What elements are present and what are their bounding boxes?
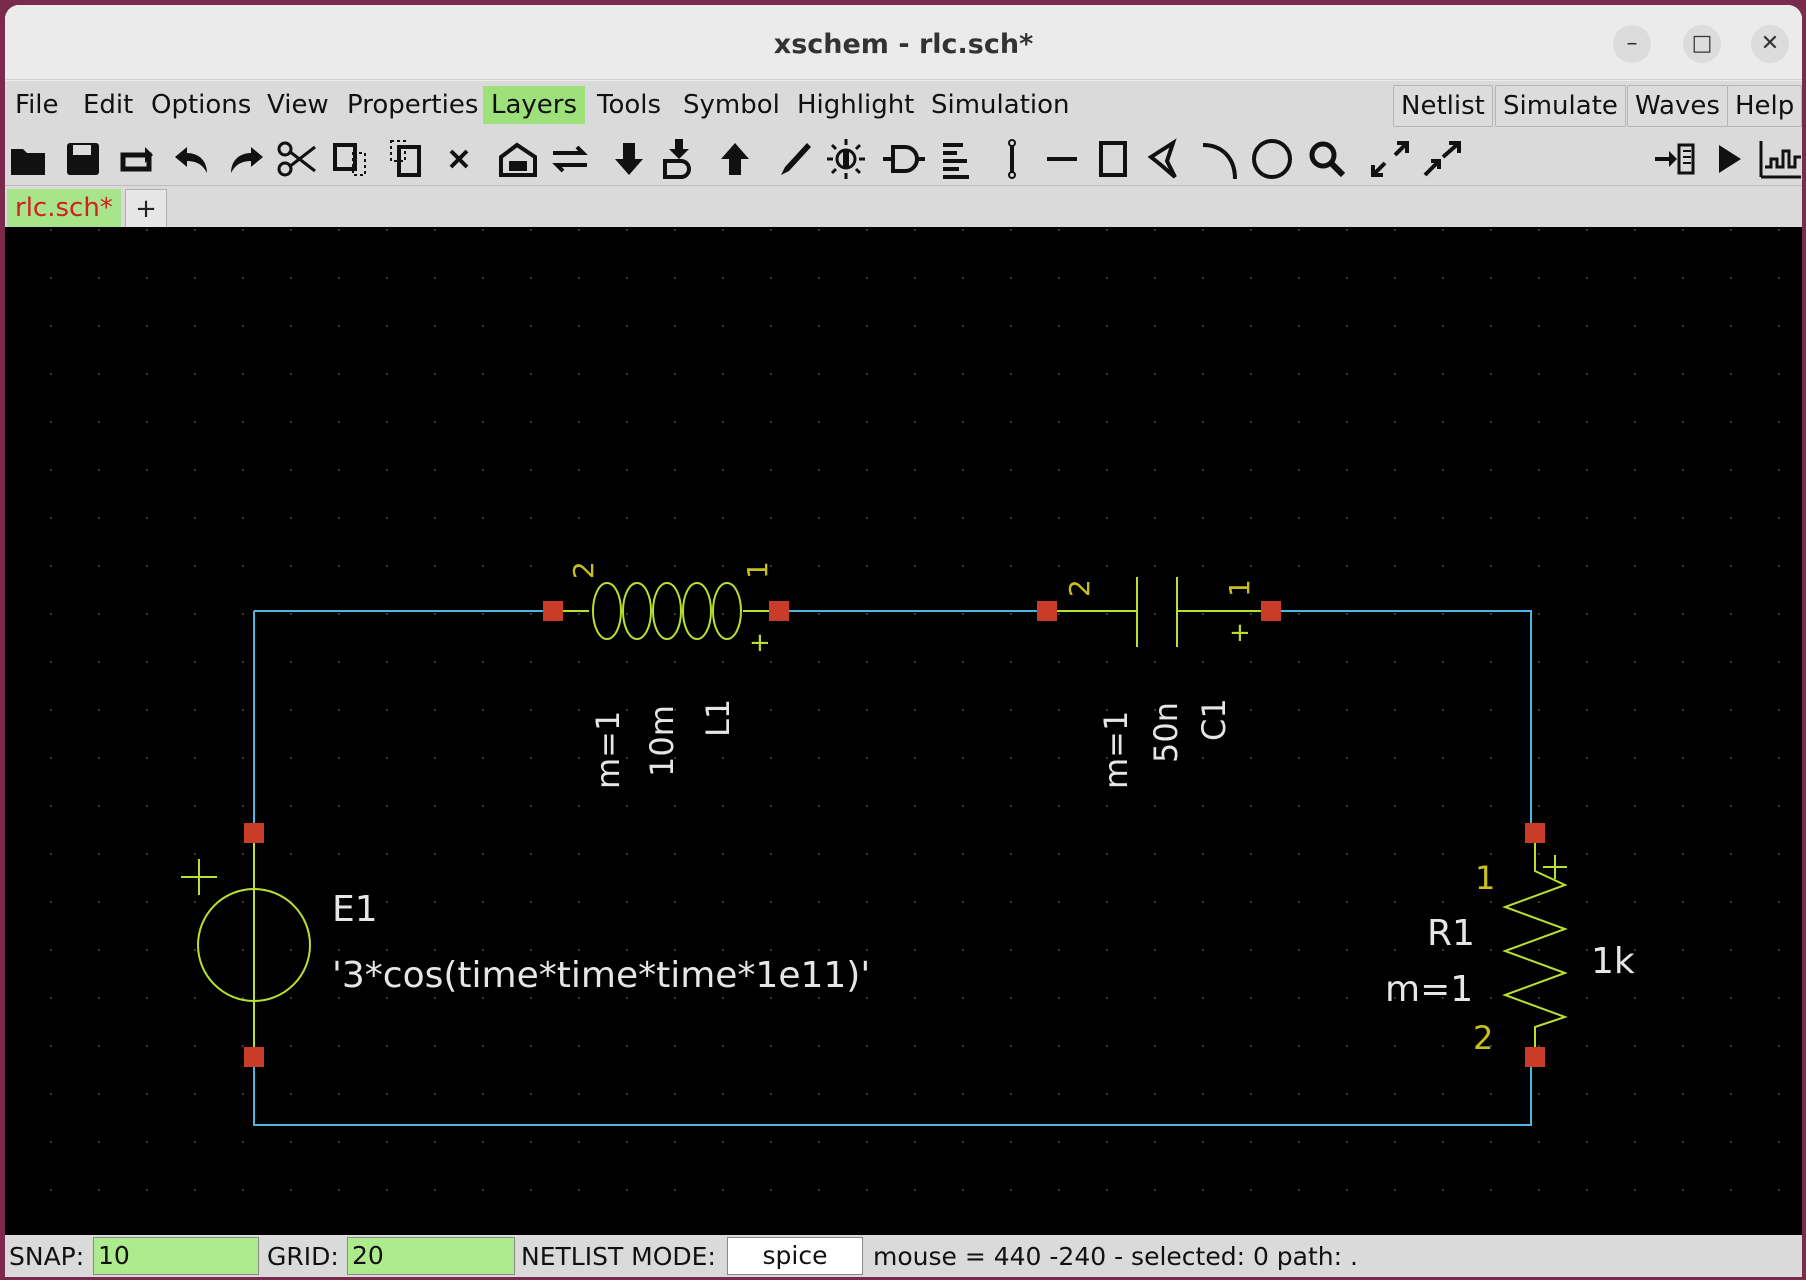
netlabel-icon[interactable] — [935, 137, 981, 181]
window-title: xschem - rlc.sch* — [773, 29, 1034, 60]
polygon-icon[interactable] — [1143, 137, 1189, 181]
pin-number: 2 — [567, 561, 600, 579]
inductor-name: L1 — [699, 699, 737, 737]
waves-icon[interactable] — [1757, 137, 1802, 181]
insert-pin-icon[interactable] — [881, 137, 927, 181]
arc-icon[interactable] — [1197, 137, 1243, 181]
menu-view[interactable]: View — [259, 86, 337, 124]
maximize-button[interactable]: □ — [1683, 25, 1721, 63]
minimize-button[interactable]: – — [1613, 25, 1651, 63]
status-bar: SNAP: 10 GRID: 20 NETLIST MODE: spice mo… — [5, 1235, 1802, 1277]
capacitor-mult: m=1 — [1097, 711, 1135, 789]
snap-label: SNAP: — [9, 1242, 85, 1271]
waves-button[interactable]: Waves — [1627, 85, 1728, 127]
pin-marker — [769, 601, 789, 621]
delete-icon[interactable] — [437, 137, 483, 181]
menu-properties[interactable]: Properties — [339, 86, 486, 124]
zoom-out-icon[interactable] — [1419, 137, 1465, 181]
simulate-icon[interactable] — [1707, 137, 1753, 181]
tab-bar: rlc.sch* + — [5, 186, 1802, 229]
maximize-icon: □ — [1691, 31, 1713, 56]
simulate-button[interactable]: Simulate — [1495, 85, 1626, 127]
netlist-button[interactable]: Netlist — [1393, 85, 1493, 127]
source-name: E1 — [332, 889, 378, 930]
pin-number: 1 — [1223, 579, 1256, 597]
pin-marker — [1525, 1047, 1545, 1067]
grid-input[interactable]: 20 — [347, 1237, 515, 1275]
netlist-icon[interactable] — [1653, 137, 1699, 181]
undo-icon[interactable] — [171, 137, 217, 181]
cut-icon[interactable] — [275, 137, 321, 181]
pin-marker — [1037, 601, 1057, 621]
copy-icon[interactable] — [327, 137, 373, 181]
insert-symbol-icon[interactable] — [495, 137, 541, 181]
close-button[interactable]: ✕ — [1751, 25, 1789, 63]
pin-number: 1 — [741, 561, 774, 579]
close-icon: ✕ — [1760, 31, 1780, 56]
save-icon[interactable] — [61, 137, 107, 181]
pin-number: 2 — [1473, 1019, 1493, 1057]
move-icon[interactable] — [385, 137, 431, 181]
add-tab-button[interactable]: + — [125, 189, 167, 229]
app-window: xschem - rlc.sch* – □ ✕ File Edit Option… — [5, 5, 1802, 1277]
zoom-in-icon[interactable] — [1367, 137, 1413, 181]
pin-number: 1 — [1475, 859, 1495, 897]
open-icon[interactable] — [7, 137, 53, 181]
polarity-mark: + — [749, 628, 771, 658]
menu-simulation[interactable]: Simulation — [923, 86, 1078, 124]
rect-icon[interactable] — [1091, 137, 1137, 181]
redo-icon[interactable] — [221, 137, 267, 181]
grid-label: GRID: — [267, 1242, 339, 1271]
reload-icon[interactable] — [115, 137, 161, 181]
source-value: '3*cos(time*time*time*1e11)' — [332, 955, 870, 996]
wire-icon[interactable] — [989, 137, 1035, 181]
capacitor-name: C1 — [1195, 698, 1233, 741]
go-up-icon[interactable] — [713, 137, 759, 181]
zoom-icon[interactable] — [1305, 137, 1351, 181]
inductor-mult: m=1 — [589, 711, 627, 789]
descend-symbol-icon[interactable] — [657, 137, 703, 181]
resistor-mult: m=1 — [1385, 969, 1473, 1010]
snap-input[interactable]: 10 — [93, 1237, 259, 1275]
pin-marker — [1525, 823, 1545, 843]
grid — [5, 227, 1802, 1235]
menu-file[interactable]: File — [7, 86, 67, 124]
pin-marker — [244, 1047, 264, 1067]
menu-edit[interactable]: Edit — [75, 86, 141, 124]
line-icon[interactable] — [1039, 137, 1085, 181]
pin-marker — [244, 823, 264, 843]
menu-options[interactable]: Options — [143, 86, 259, 124]
descend-icon[interactable] — [607, 137, 653, 181]
schematic-canvas[interactable]: 2 1 + m=1 10m L1 2 1 + m=1 50n C1 E1 '3*… — [5, 227, 1802, 1235]
menu-symbol[interactable]: Symbol — [675, 86, 788, 124]
toggle-colorscheme-icon[interactable] — [823, 137, 869, 181]
menu-layers[interactable]: Layers — [483, 86, 586, 124]
netlist-mode-label: NETLIST MODE: — [521, 1242, 716, 1271]
circle-icon[interactable] — [1249, 137, 1295, 181]
menu-highlight[interactable]: Highlight — [789, 86, 922, 124]
capacitor-value: 50n — [1147, 702, 1185, 763]
pin-marker — [543, 601, 563, 621]
tab-rlc-sch[interactable]: rlc.sch* — [7, 189, 121, 227]
pin-number: 2 — [1063, 579, 1096, 597]
minimize-icon: – — [1626, 31, 1638, 56]
netlist-mode-select[interactable]: spice — [727, 1237, 863, 1275]
title-bar: xschem - rlc.sch* – □ ✕ — [5, 5, 1802, 80]
toolbar — [5, 131, 1802, 186]
inductor-value: 10m — [643, 705, 681, 777]
resistor-name: R1 — [1427, 913, 1475, 954]
menu-bar: File Edit Options View Properties Layers… — [5, 81, 1802, 132]
resistor-value: 1k — [1591, 941, 1635, 982]
status-info: mouse = 440 -240 - selected: 0 path: . — [873, 1242, 1358, 1271]
menu-tools[interactable]: Tools — [589, 86, 669, 124]
flip-icon[interactable] — [547, 137, 593, 181]
polarity-mark: + — [1229, 618, 1251, 648]
pin-marker — [1261, 601, 1281, 621]
draw-icon[interactable] — [771, 137, 817, 181]
help-button[interactable]: Help — [1727, 85, 1802, 127]
